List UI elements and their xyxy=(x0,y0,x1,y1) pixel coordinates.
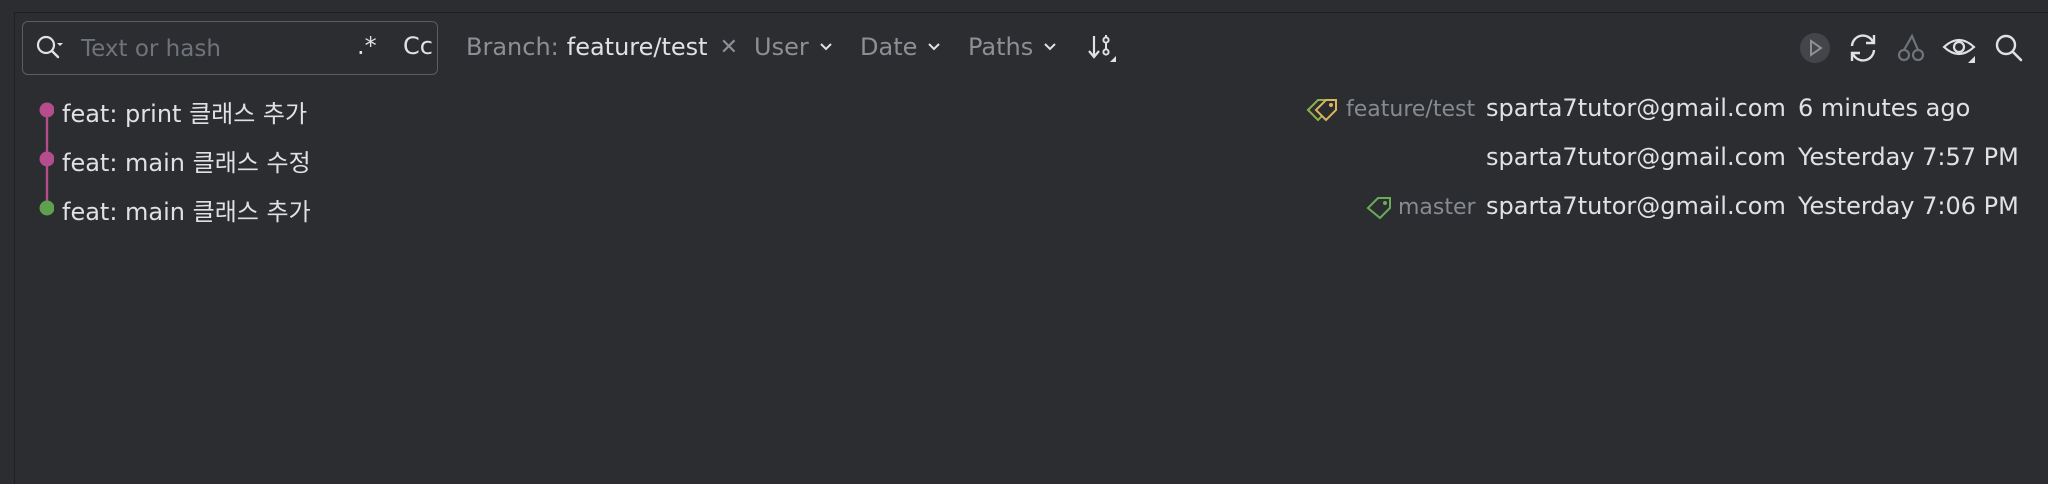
search-icon[interactable] xyxy=(1992,31,2026,65)
refresh-icon[interactable] xyxy=(1846,31,1880,65)
branch-filter-label: Branch: xyxy=(466,33,559,61)
left-gutter xyxy=(0,0,15,484)
commit-author: sparta7tutor@gmail.com xyxy=(1486,143,1786,171)
commit-author: sparta7tutor@gmail.com xyxy=(1486,94,1786,122)
search-input[interactable] xyxy=(79,30,323,68)
top-border xyxy=(14,0,2048,13)
chevron-down-icon xyxy=(1044,43,1056,51)
branch-ref[interactable]: master xyxy=(1366,194,1476,220)
search-history-icon[interactable] xyxy=(35,34,65,62)
tag-pair-icon xyxy=(1306,99,1337,122)
log-toolbar: .* Cc Branch: feature/test ✕ User Date P… xyxy=(14,13,2048,85)
branch-ref-label: master xyxy=(1398,194,1476,220)
branch-filter[interactable]: Branch: feature/test ✕ xyxy=(466,33,738,61)
commit-date: Yesterday 7:06 PM xyxy=(1798,192,2019,220)
commit-date: Yesterday 7:57 PM xyxy=(1798,143,2019,171)
commit-subject: feat: print 클래스 추가 xyxy=(62,100,308,128)
git-log-panel: .* Cc Branch: feature/test ✕ User Date P… xyxy=(0,0,2048,484)
tag-icon xyxy=(1366,197,1391,220)
commit-author: sparta7tutor@gmail.com xyxy=(1486,192,1786,220)
sort-icon[interactable] xyxy=(1086,31,1120,65)
clear-branch-filter-icon[interactable]: ✕ xyxy=(720,35,738,60)
paths-filter-label: Paths xyxy=(968,33,1034,61)
cherry-pick-icon[interactable] xyxy=(1894,31,1928,65)
regex-toggle[interactable]: .* xyxy=(357,32,377,60)
commit-row[interactable]: feat: main 클래스 추가 master sparta7tutor@gm… xyxy=(14,184,2048,234)
branch-ref[interactable]: feature/test xyxy=(1306,96,1475,122)
paths-filter[interactable]: Paths xyxy=(968,33,1057,61)
chevron-down-icon xyxy=(928,43,941,51)
branch-filter-value: feature/test xyxy=(566,33,708,61)
match-case-toggle[interactable]: Cc xyxy=(403,32,433,60)
commit-date: 6 minutes ago xyxy=(1798,94,1971,122)
run-icon[interactable] xyxy=(1798,31,1832,65)
date-filter[interactable]: Date xyxy=(860,33,941,61)
date-filter-label: Date xyxy=(860,33,918,61)
eye-icon[interactable] xyxy=(1942,31,1976,65)
commit-row[interactable]: feat: print 클래스 추가 feature/test sparta7t… xyxy=(14,86,2048,136)
commit-subject: feat: main 클래스 추가 xyxy=(62,198,311,226)
user-filter[interactable]: User xyxy=(754,33,833,61)
commit-subject: feat: main 클래스 수정 xyxy=(62,149,311,177)
branch-ref-label: feature/test xyxy=(1346,96,1476,122)
commit-row[interactable]: feat: main 클래스 수정 sparta7tutor@gmail.com… xyxy=(14,135,2048,185)
user-filter-label: User xyxy=(754,33,809,61)
search-box[interactable]: .* Cc xyxy=(22,21,438,75)
chevron-down-icon xyxy=(819,43,832,51)
